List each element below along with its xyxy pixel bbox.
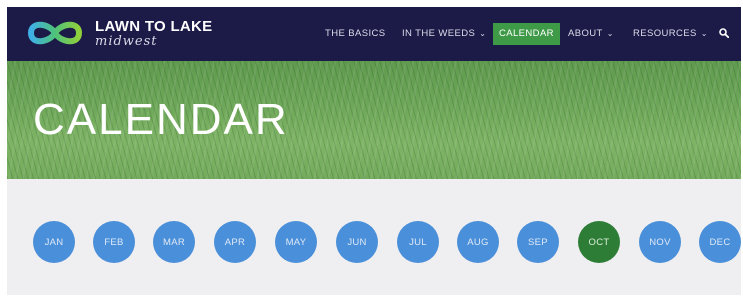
page: LAWN TO LAKE midwest THE BASICS IN THE W…: [7, 7, 741, 295]
hero-banner: CALENDAR: [7, 61, 741, 179]
month-button-jun[interactable]: JUN: [336, 221, 378, 263]
infinity-logo-icon: [27, 21, 83, 45]
nav-item-resources[interactable]: RESOURCES ⌄: [633, 23, 708, 45]
nav-item-in-the-weeds[interactable]: IN THE WEEDS ⌄: [402, 23, 486, 45]
nav-item-calendar[interactable]: CALENDAR: [493, 23, 560, 45]
nav-item-about[interactable]: ABOUT ⌄: [568, 23, 614, 45]
nav-item-the-basics[interactable]: THE BASICS: [325, 23, 386, 45]
month-button-nov[interactable]: NOV: [639, 221, 681, 263]
site-header: LAWN TO LAKE midwest THE BASICS IN THE W…: [7, 7, 741, 61]
month-button-jan[interactable]: JAN: [33, 221, 75, 263]
month-button-aug[interactable]: AUG: [457, 221, 499, 263]
chevron-down-icon: ⌄: [700, 29, 708, 38]
month-button-apr[interactable]: APR: [214, 221, 256, 263]
brand-name: LAWN TO LAKE: [95, 17, 213, 35]
chevron-down-icon: ⌄: [479, 29, 487, 38]
month-selector: JAN FEB MAR APR MAY JUN JUL AUG SEP OCT …: [7, 179, 741, 295]
month-button-jul[interactable]: JUL: [397, 221, 439, 263]
month-button-mar[interactable]: MAR: [153, 221, 195, 263]
month-button-oct[interactable]: OCT: [578, 221, 620, 263]
chevron-down-icon: ⌄: [606, 29, 614, 38]
month-button-may[interactable]: MAY: [275, 221, 317, 263]
month-button-feb[interactable]: FEB: [93, 221, 135, 263]
brand-tagline: midwest: [95, 33, 158, 49]
month-button-sep[interactable]: SEP: [517, 221, 559, 263]
page-title: CALENDAR: [33, 95, 289, 144]
month-button-dec[interactable]: DEC: [699, 221, 741, 263]
site-logo[interactable]: LAWN TO LAKE midwest: [23, 17, 212, 49]
search-icon[interactable]: [719, 28, 729, 38]
